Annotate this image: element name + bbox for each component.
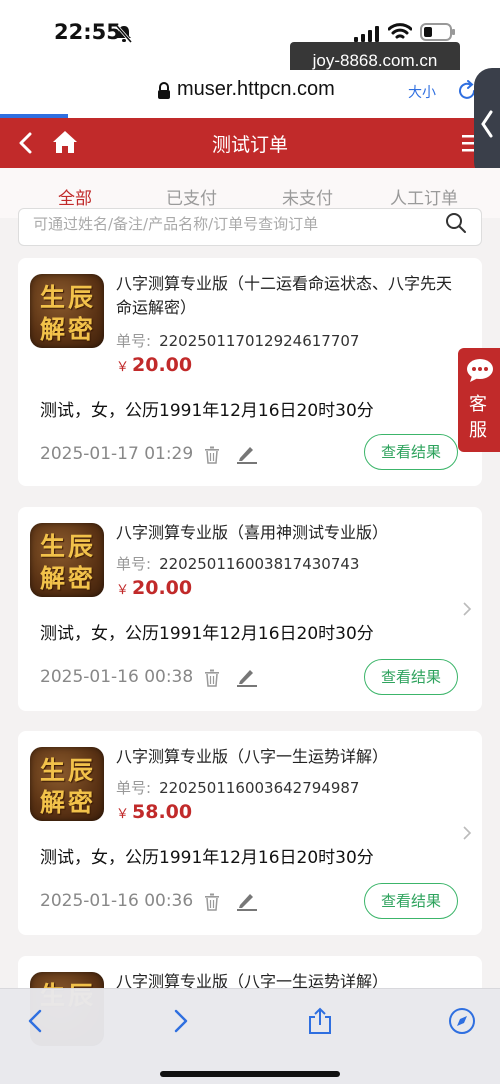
- order-number-value: 22025011600381743​0743: [159, 555, 360, 573]
- search-icon[interactable]: [445, 212, 467, 234]
- logo-char: 解: [40, 564, 66, 593]
- order-date: 2025-01-16 00:38: [40, 667, 194, 687]
- wifi-icon: [388, 23, 412, 39]
- order-price: ￥ 20.00: [116, 577, 192, 599]
- app-header: 测试订单: [0, 118, 500, 168]
- product-name: 八字测算专业版（十二运看命运状态、八字先天命运解密）: [116, 274, 453, 317]
- view-result-button[interactable]: 查看结果: [364, 434, 458, 470]
- view-result-button[interactable]: 查看结果: [364, 659, 458, 695]
- back-arrow-icon[interactable]: [22, 1007, 50, 1035]
- logo-char: 生: [40, 756, 66, 785]
- status-bar: 22:55 joy-8868.com.cn: [0, 0, 500, 80]
- share-icon[interactable]: [306, 1007, 334, 1035]
- bell-muted-icon: [115, 25, 133, 43]
- view-result-button[interactable]: 查看结果: [364, 883, 458, 919]
- trash-icon[interactable]: [204, 446, 220, 464]
- logo-char: 辰: [68, 283, 94, 312]
- edit-icon[interactable]: [236, 667, 258, 687]
- browser-toolbar: [0, 988, 500, 1084]
- order-number-value: 22025011600364279​4987: [159, 779, 360, 797]
- order-number: 单号: 22025011600364279​4987: [116, 777, 359, 798]
- forward-arrow-icon[interactable]: [166, 1007, 194, 1035]
- logo-char: 辰: [68, 532, 94, 561]
- chevron-left-icon: [481, 110, 493, 138]
- status-time: 22:55: [54, 20, 121, 44]
- search-placeholder: 可通过姓名/备注/产品名称/订单号查询订单: [33, 215, 319, 233]
- order-number-value: 22025011701292461​7707: [159, 332, 360, 350]
- order-number-label: 单号:: [116, 555, 152, 573]
- lock-icon: [158, 82, 170, 99]
- tab-manual-orders[interactable]: 人工订单: [390, 184, 458, 209]
- order-price: ￥ 20.00: [116, 354, 192, 376]
- price-symbol: ￥: [116, 360, 130, 375]
- edit-icon[interactable]: [236, 891, 258, 911]
- browser-url-bar[interactable]: muser.httpcn.com 大小: [0, 70, 500, 118]
- order-number-label: 单号:: [116, 779, 152, 797]
- product-logo: 生 辰 解 密: [30, 747, 104, 821]
- search-input[interactable]: 可通过姓名/备注/产品名称/订单号查询订单: [18, 208, 482, 246]
- tab-unpaid[interactable]: 未支付: [282, 184, 333, 209]
- order-card[interactable]: 生 辰 解 密 八字测算专业版（十二运看命运状态、八字先天命运解密） 单号: 22…: [18, 258, 482, 486]
- product-logo: 生 辰 解 密: [30, 523, 104, 597]
- cellular-signal-icon: [354, 26, 379, 42]
- customer-service-label: 客服: [469, 394, 487, 441]
- trash-icon[interactable]: [204, 893, 220, 911]
- order-date: 2025-01-16 00:36: [40, 891, 194, 911]
- compass-icon[interactable]: [448, 1007, 476, 1035]
- logo-char: 生: [40, 532, 66, 561]
- logo-char: 密: [68, 564, 94, 593]
- page-title: 测试订单: [211, 134, 288, 156]
- logo-char: 解: [40, 315, 66, 344]
- price-value: 20.00: [132, 354, 193, 376]
- logo-char: 密: [68, 788, 94, 817]
- customer-info: 测试，女，公历1991年12月16日20时30分: [40, 401, 374, 421]
- text-size-button[interactable]: 大小: [408, 82, 436, 102]
- price-symbol: ￥: [116, 807, 130, 822]
- battery-icon: [420, 23, 455, 41]
- customer-info: 测试，女，公历1991年12月16日20时30分: [40, 624, 374, 644]
- order-number: 单号: 22025011600381743​0743: [116, 553, 359, 574]
- tab-paid[interactable]: 已支付: [166, 184, 217, 209]
- price-value: 20.00: [132, 577, 193, 599]
- order-date: 2025-01-17 01:29: [40, 444, 194, 464]
- price-symbol: ￥: [116, 583, 130, 598]
- edit-icon[interactable]: [236, 444, 258, 464]
- chevron-right-icon[interactable]: [462, 601, 472, 617]
- chat-bubble-icon: [467, 359, 493, 382]
- order-card[interactable]: 生 辰 解 密 八字测算专业版（八字一生运势详解） 单号: 22025011600…: [18, 731, 482, 935]
- customer-service-button[interactable]: 客服: [458, 348, 500, 452]
- order-price: ￥ 58.00: [116, 801, 192, 823]
- logo-char: 解: [40, 788, 66, 817]
- customer-info: 测试，女，公历1991年12月16日20时30分: [40, 848, 374, 868]
- price-value: 58.00: [132, 801, 193, 823]
- logo-char: 生: [40, 283, 66, 312]
- logo-char: 辰: [68, 756, 94, 785]
- order-card[interactable]: 生 辰 解 密 八字测算专业版（喜用神测试专业版） 单号: 22025011600…: [18, 507, 482, 711]
- product-logo: 生 辰 解 密: [30, 274, 104, 348]
- order-number: 单号: 22025011701292461​7707: [116, 330, 359, 351]
- home-indicator: [160, 1071, 340, 1077]
- chevron-right-icon[interactable]: [462, 825, 472, 841]
- url-text[interactable]: muser.httpcn.com: [177, 78, 335, 101]
- product-name: 八字测算专业版（喜用神测试专业版）: [116, 523, 389, 542]
- product-name: 八字测算专业版（八字一生运势详解）: [116, 747, 389, 766]
- tab-all[interactable]: 全部: [58, 184, 92, 209]
- order-number-label: 单号:: [116, 332, 152, 350]
- side-panel-handle[interactable]: [474, 68, 500, 180]
- logo-char: 密: [68, 315, 94, 344]
- trash-icon[interactable]: [204, 669, 220, 687]
